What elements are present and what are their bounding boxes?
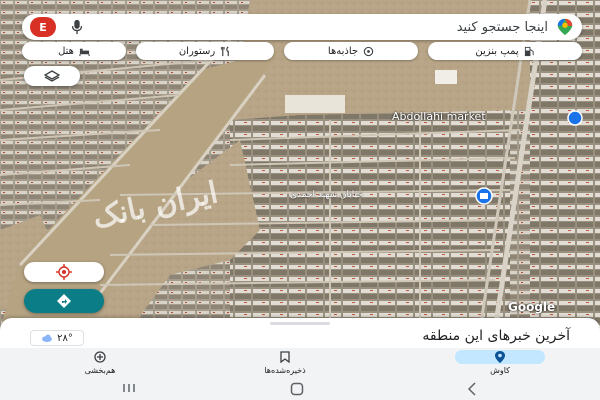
chip-hotel[interactable]: هتل [22, 42, 126, 60]
tab-explore[interactable]: کاوش [455, 350, 545, 375]
street-label: خیابان شهید احمدی [290, 190, 363, 200]
tab-label: ذخیره‌شده‌ها [264, 366, 306, 375]
tab-label: هم‌بخشی [84, 366, 116, 375]
icon-container [55, 350, 145, 364]
directions-button[interactable] [24, 289, 104, 313]
active-indicator [455, 350, 545, 364]
hotel-icon [79, 48, 90, 56]
temperature-value: ۲۸° [57, 332, 73, 344]
restaurant-icon [221, 45, 230, 56]
search-input[interactable]: اینجا جستجو کنید [94, 20, 548, 35]
layers-icon [44, 70, 60, 82]
shop-poi-marker [567, 110, 583, 126]
my-location-button[interactable] [24, 262, 104, 282]
account-avatar[interactable]: E [30, 17, 56, 37]
android-system-bar [0, 378, 600, 400]
home-icon[interactable] [290, 382, 304, 396]
back-icon[interactable] [466, 382, 478, 396]
icon-container [240, 350, 330, 364]
category-chips: پمپ بنزین جاذبه‌ها رستوران هتل [0, 42, 600, 60]
layers-button[interactable] [24, 66, 80, 86]
saved-bookmark-icon [280, 351, 290, 363]
search-bar[interactable]: اینجا جستجو کنید E [22, 14, 582, 40]
sheet-title: آخرین خبرهای این منطقه [422, 328, 570, 344]
tab-label: کاوش [490, 366, 510, 375]
weather-cloud-icon [42, 334, 53, 342]
drag-handle[interactable] [270, 322, 330, 325]
explore-pin-icon [495, 351, 505, 363]
chip-label: پمپ بنزین [475, 45, 519, 57]
gas-station-icon [524, 46, 534, 56]
chip-gas-station[interactable]: پمپ بنزین [428, 42, 582, 60]
tab-contribute[interactable]: هم‌بخشی [55, 350, 145, 375]
chip-attractions[interactable]: جاذبه‌ها [284, 42, 418, 60]
weather-chip[interactable]: ۲۸° [30, 330, 84, 346]
contribute-plus-icon [94, 351, 106, 363]
crosshair-location-icon [56, 264, 72, 280]
recent-apps-icon[interactable] [122, 382, 136, 394]
google-maps-logo-icon [557, 18, 573, 36]
road-label: Abdollahi market [392, 110, 486, 123]
attractions-icon [363, 46, 374, 56]
chip-restaurant[interactable]: رستوران [136, 42, 274, 60]
directions-diamond-icon [57, 294, 71, 308]
microphone-icon[interactable] [70, 19, 84, 35]
chip-label: هتل [58, 45, 74, 57]
chip-label: رستوران [178, 45, 216, 57]
google-logo: Google [508, 300, 556, 314]
bottom-navigation: کاوش ذخیره‌شده‌ها هم‌بخشی [0, 348, 600, 378]
tab-saved[interactable]: ذخیره‌شده‌ها [240, 350, 330, 375]
chip-label: جاذبه‌ها [327, 45, 359, 57]
